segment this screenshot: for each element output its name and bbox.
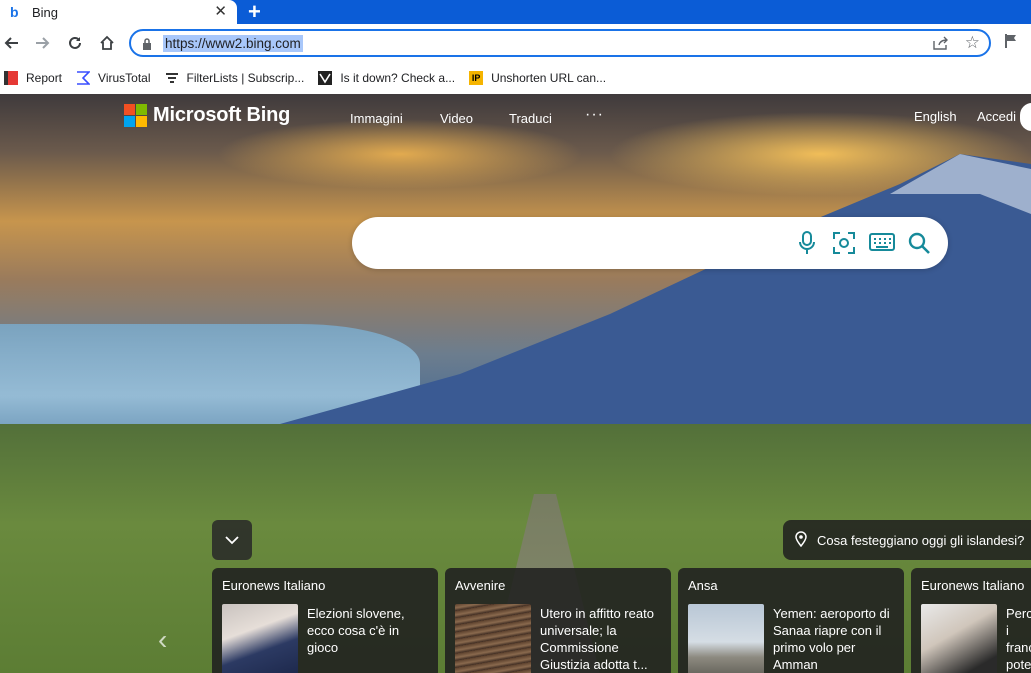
news-thumbnail xyxy=(688,604,764,673)
new-tab-button[interactable]: + xyxy=(248,0,261,25)
news-headline: Utero in affitto reato universale; la Co… xyxy=(540,606,654,672)
bookmark-virustotal[interactable]: VirusTotal xyxy=(76,71,151,85)
close-tab-icon[interactable]: ✕ xyxy=(214,2,227,20)
flag-icon[interactable] xyxy=(1004,33,1018,54)
news-card[interactable]: Euronews Italiano Elezioni slovene, ecco… xyxy=(212,568,438,673)
news-headline: Perché i franc... potere... xyxy=(1006,606,1031,672)
address-bar[interactable]: https://www2.bing.com ☆ xyxy=(129,29,991,57)
bing-homepage: Microsoft Bing Immagini Video Traduci ··… xyxy=(0,94,1031,673)
filterlists-icon xyxy=(165,71,179,85)
url-text[interactable]: https://www2.bing.com xyxy=(163,35,303,52)
image-info-text: Cosa festeggiano oggi gli islandesi? xyxy=(817,532,1025,548)
news-card[interactable]: Ansa Yemen: aeroporto di Sanaa riapre co… xyxy=(678,568,904,673)
language-link[interactable]: English xyxy=(914,109,957,124)
news-thumbnail xyxy=(455,604,531,673)
visual-search-icon[interactable] xyxy=(832,231,856,260)
bookmark-isitdown[interactable]: Is it down? Check a... xyxy=(318,71,455,85)
isitdown-icon xyxy=(318,71,333,85)
share-icon[interactable] xyxy=(933,36,949,55)
news-source: Ansa xyxy=(688,578,718,593)
bookmark-label: Report xyxy=(26,71,63,85)
microphone-icon[interactable] xyxy=(798,231,816,260)
search-icon[interactable] xyxy=(907,231,931,260)
ip-icon: IP xyxy=(469,71,484,85)
nav-immagini[interactable]: Immagini xyxy=(350,111,403,126)
news-headline: Elezioni slovene, ecco cosa c'è in gioco xyxy=(307,606,405,655)
bookmark-report[interactable]: Report xyxy=(4,71,62,85)
bookmark-unshorten[interactable]: IP Unshorten URL can... xyxy=(469,71,606,85)
bing-logo[interactable]: Microsoft Bing xyxy=(124,104,290,127)
news-card[interactable]: Avvenire Utero in affitto reato universa… xyxy=(445,568,671,673)
location-pin-icon xyxy=(795,530,807,550)
tab-bing[interactable]: b Bing ✕ xyxy=(0,0,237,24)
tab-title: Bing xyxy=(32,4,59,20)
home-icon[interactable] xyxy=(96,32,118,54)
image-info-button[interactable]: Cosa festeggiano oggi gli islandesi? xyxy=(783,520,1031,560)
nav-video[interactable]: Video xyxy=(440,111,473,126)
nav-traduci[interactable]: Traduci xyxy=(509,111,552,126)
signin-link[interactable]: Accedi xyxy=(977,109,1016,124)
bookmark-label: FilterLists | Subscrip... xyxy=(186,71,305,85)
microsoft-logo-icon xyxy=(124,104,147,127)
news-thumbnail xyxy=(921,604,997,673)
keyboard-icon[interactable] xyxy=(869,231,895,258)
back-icon[interactable] xyxy=(1,32,23,54)
bookmark-label: Unshorten URL can... xyxy=(491,71,607,85)
logo-text: Microsoft Bing xyxy=(153,104,291,126)
chevron-down-icon xyxy=(225,536,239,545)
browser-toolbar: https://www2.bing.com ☆ xyxy=(0,24,1031,62)
news-thumbnail xyxy=(222,604,298,673)
news-headline: Yemen: aeroporto di Sanaa riapre con il … xyxy=(773,606,890,672)
news-source: Avvenire xyxy=(455,578,506,593)
news-card[interactable]: Euronews Italiano Perché i franc... pote… xyxy=(911,568,1031,673)
carousel-previous-icon[interactable]: ‹ xyxy=(158,624,167,656)
news-source: Euronews Italiano xyxy=(222,578,326,593)
report-icon xyxy=(4,71,18,85)
search-box[interactable] xyxy=(352,217,948,269)
lock-icon[interactable] xyxy=(142,37,152,55)
bookmark-star-icon[interactable]: ☆ xyxy=(965,33,980,53)
bookmark-filterlists[interactable]: FilterLists | Subscrip... xyxy=(165,71,305,85)
news-source: Euronews Italiano xyxy=(921,578,1025,593)
forward-icon[interactable] xyxy=(31,32,53,54)
more-menu-button[interactable]: ··· xyxy=(585,106,604,124)
tab-strip: b Bing ✕ + xyxy=(0,0,1031,24)
collapse-feed-button[interactable] xyxy=(212,520,252,560)
bookmark-label: Is it down? Check a... xyxy=(340,71,456,85)
bookmark-label: VirusTotal xyxy=(98,71,151,85)
bookmarks-bar: Report VirusTotal FilterLists | Subscrip… xyxy=(0,62,1031,94)
bing-favicon-icon: b xyxy=(10,4,19,20)
virustotal-icon xyxy=(76,71,91,85)
reload-icon[interactable] xyxy=(64,32,86,54)
